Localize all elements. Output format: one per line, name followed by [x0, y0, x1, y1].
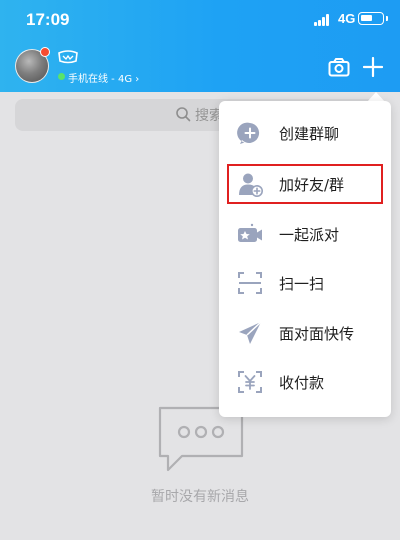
highlight-box: [227, 164, 383, 204]
send-icon: [239, 321, 262, 344]
party-icon: [238, 223, 262, 242]
menu-item-label: 创建群聊: [279, 125, 340, 143]
signal-icon: [314, 14, 334, 26]
search-icon: [176, 107, 191, 122]
online-dot: [58, 73, 65, 80]
battery-icon: [358, 12, 388, 25]
vip-icon: [58, 50, 78, 64]
top-bar: 17:09 4G 手机在线 - 4G ›: [0, 0, 400, 92]
empty-message: 暂时没有新消息: [151, 489, 249, 505]
menu-item-party[interactable]: 一起派对: [219, 212, 391, 256]
menu-item-label: 面对面快传: [279, 325, 355, 343]
menu-item-label: 扫一扫: [279, 275, 325, 293]
scan-icon: [238, 272, 262, 294]
menu-item-face-to-face[interactable]: 面对面快传: [219, 311, 391, 355]
add-menu: 创建群聊 加好友/群 一起派对 扫一扫 面对面快传 收付款: [219, 101, 391, 417]
camera-icon[interactable]: [328, 57, 350, 77]
menu-item-label: 一起派对: [279, 226, 340, 244]
network-label: 4G: [338, 11, 356, 26]
menu-item-label: 收付款: [279, 374, 325, 392]
create-group-icon: [237, 122, 260, 144]
online-status[interactable]: 手机在线 - 4G ›: [68, 70, 139, 85]
menu-item-payment[interactable]: 收付款: [219, 360, 391, 404]
status-time: 17:09: [26, 10, 70, 29]
plus-icon[interactable]: [363, 57, 383, 77]
notification-badge: [40, 47, 50, 57]
payment-icon: [238, 371, 262, 393]
menu-item-scan[interactable]: 扫一扫: [219, 261, 391, 305]
menu-item-create-group[interactable]: 创建群聊: [219, 111, 391, 155]
